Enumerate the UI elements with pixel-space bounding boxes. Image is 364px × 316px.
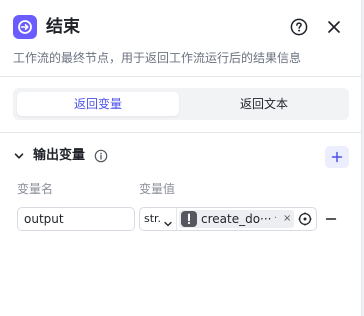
- node-config-panel: 结束 工作流的最终节点，用于返回工作流运行后的结果信息 返回变量 返回文本 输出…: [0, 0, 362, 316]
- output-variables-title: 输出变量: [33, 148, 86, 163]
- minus-icon: [325, 218, 337, 220]
- info-icon[interactable]: [94, 149, 108, 163]
- end-node-icon: [13, 15, 37, 39]
- reference-separator: ·: [274, 213, 278, 224]
- column-label-value: 变量值: [139, 182, 176, 196]
- clear-reference-icon[interactable]: ×: [283, 210, 291, 228]
- plus-icon: [331, 151, 343, 163]
- variable-name-input[interactable]: [17, 207, 135, 231]
- add-variable-button[interactable]: [325, 146, 349, 168]
- variable-reference-tag[interactable]: create_do··· · ×: [179, 210, 294, 228]
- reference-text: create_do···: [201, 212, 272, 226]
- chevron-down-icon[interactable]: [13, 150, 25, 162]
- chevron-down-icon: [163, 214, 173, 227]
- variable-value-field: str. create_do··· · ×: [139, 207, 317, 231]
- variable-type-select[interactable]: str.: [140, 208, 177, 230]
- node-title[interactable]: 结束: [46, 15, 80, 39]
- tab-return-variables[interactable]: 返回变量: [17, 92, 179, 116]
- variable-type-label: str.: [144, 212, 162, 225]
- node-description: 工作流的最终节点，用于返回工作流运行后的结果信息: [13, 51, 302, 65]
- return-mode-tabs: 返回变量 返回文本: [13, 88, 349, 120]
- header-divider: [0, 76, 362, 77]
- tab-return-text[interactable]: 返回文本: [183, 92, 345, 116]
- variable-picker-icon[interactable]: [298, 212, 312, 226]
- warning-icon: [181, 211, 197, 227]
- close-icon[interactable]: [323, 16, 345, 38]
- column-label-name: 变量名: [17, 182, 54, 196]
- question-circle-icon[interactable]: [288, 16, 310, 38]
- section-divider: [0, 132, 362, 133]
- remove-variable-button[interactable]: [324, 211, 338, 227]
